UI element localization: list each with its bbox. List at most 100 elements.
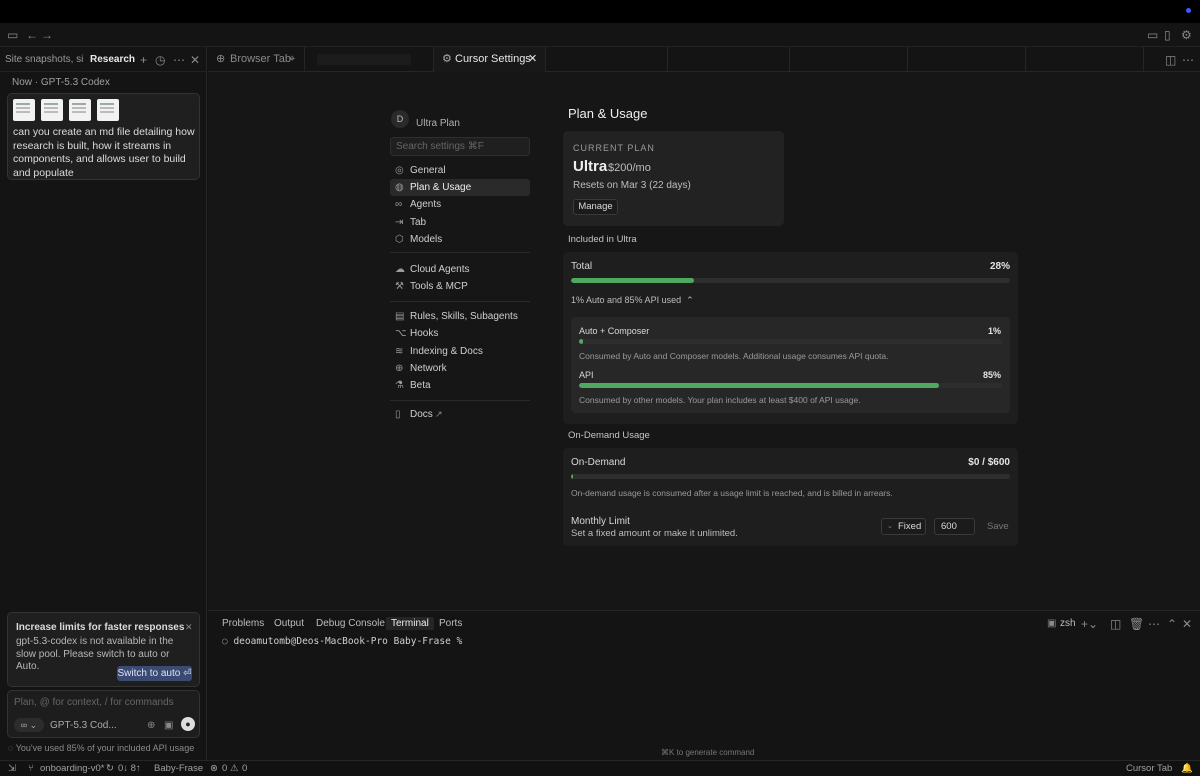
split-editor-icon[interactable]: ◫ <box>1165 54 1176 66</box>
new-chat-icon[interactable]: + <box>140 54 147 66</box>
shell-selector[interactable]: zsh <box>1060 618 1076 629</box>
close-panel-icon[interactable]: ✕ <box>1182 618 1192 630</box>
close-tab-icon[interactable]: ✕ <box>528 47 537 72</box>
nav-tools-mcp[interactable]: ⚒ Tools & MCP <box>390 278 530 295</box>
add-terminal-icon[interactable]: +⌄ <box>1081 618 1098 630</box>
plan-label: Ultra Plan <box>416 118 460 129</box>
globe-icon: ⊕ <box>395 363 404 374</box>
model-selector[interactable]: GPT-5.3 Cod... <box>50 720 117 731</box>
limit-notice: Increase limits for faster responses ✕ g… <box>7 612 200 687</box>
user-prompt-card[interactable]: can you create an md file detailing how … <box>7 93 200 180</box>
tab-ports[interactable]: Ports <box>439 618 462 629</box>
more-icon[interactable]: ⋯ <box>1182 54 1194 66</box>
error-count[interactable]: 0 <box>222 763 227 774</box>
nav-cloud-agents[interactable]: ☁ Cloud Agents <box>390 261 530 278</box>
tab-problems[interactable]: Problems <box>222 618 264 629</box>
back-arrow-icon[interactable]: ← <box>26 29 38 41</box>
tab-research[interactable]: Research fe <box>90 54 138 65</box>
dismiss-icon[interactable]: ✕ <box>185 621 193 633</box>
globe-icon: ⊕ <box>216 53 226 65</box>
image-icon[interactable]: ▣ <box>164 720 173 732</box>
branch-name[interactable]: onboarding-v0* <box>40 763 104 774</box>
sync-status[interactable]: 0↓ 8↑ <box>118 763 141 774</box>
snapshot-thumbnail[interactable] <box>41 99 63 121</box>
nav-tab[interactable]: ⇥ Tab <box>390 214 530 231</box>
flask-icon: ⚗ <box>395 380 404 391</box>
tools-icon: ⚒ <box>395 281 404 292</box>
terminal[interactable]: ○ deoamutomb@Deos-MacBook-Pro Baby-Frase… <box>208 636 1200 760</box>
history-icon[interactable]: ◷ <box>155 54 165 66</box>
nav-agents[interactable]: ∞ Agents <box>390 196 530 213</box>
split-terminal-icon[interactable]: ◫ <box>1110 618 1121 630</box>
tab-debug-console[interactable]: Debug Console <box>316 618 385 629</box>
terminal-icon[interactable]: ▣ <box>1047 618 1056 630</box>
nav-general[interactable]: ◎ General <box>390 162 530 179</box>
monthly-limit-label: Monthly Limit <box>571 516 630 527</box>
globe-icon[interactable]: ⊕ <box>147 720 155 732</box>
microphone-icon[interactable]: ● <box>181 717 195 731</box>
tab-empty[interactable] <box>305 47 434 72</box>
tab-empty[interactable] <box>908 47 1026 72</box>
nav-label: Tab <box>410 217 427 228</box>
cursor-tab-status[interactable]: Cursor Tab <box>1126 763 1172 774</box>
nav-label: Agents <box>410 199 442 210</box>
save-button[interactable]: Save <box>987 521 1009 532</box>
nav-indexing-docs[interactable]: ≋ Indexing & Docs <box>390 343 530 360</box>
tab-cursor-settings[interactable]: ⚙ Cursor Settings ✕ <box>434 47 546 72</box>
switch-to-auto-button[interactable]: Switch to auto ⏎ <box>117 666 192 681</box>
nav-label: Models <box>410 234 443 245</box>
nav-beta[interactable]: ⚗ Beta <box>390 377 530 394</box>
tab-empty[interactable] <box>1026 47 1144 72</box>
bell-icon[interactable]: 🔔 <box>1181 763 1193 774</box>
nav-hooks[interactable]: ⌥ Hooks <box>390 325 530 342</box>
tab-site-snapshots[interactable]: Site snapshots, sit <box>5 54 83 65</box>
forward-arrow-icon[interactable]: → <box>41 29 53 41</box>
limit-amount-input[interactable]: 600 <box>934 518 975 535</box>
usage-note-text: You've used 85% of your included API usa… <box>15 743 195 753</box>
limit-mode-select[interactable]: ⌄ Fixed <box>881 518 926 535</box>
nav-docs[interactable]: ▯ Docs ↗ <box>390 406 530 423</box>
snapshot-thumbnail[interactable] <box>13 99 35 121</box>
database-icon: ≋ <box>395 346 404 357</box>
nav-label: Docs <box>410 409 433 420</box>
layout-icon[interactable]: ▯ <box>1164 29 1171 41</box>
tab-browser[interactable]: ⊕ Browser Tab ⌖ <box>208 47 305 72</box>
terminal-prompt[interactable]: ○ deoamutomb@Deos-MacBook-Pro Baby-Frase… <box>222 636 462 647</box>
sidebar-toggle-icon[interactable]: ▭ <box>7 29 18 41</box>
settings-gear-icon[interactable]: ⚙ <box>1181 29 1192 41</box>
nav-network[interactable]: ⊕ Network <box>390 360 530 377</box>
nav-rules[interactable]: ▤ Rules, Skills, Subagents <box>390 308 530 325</box>
manage-button[interactable]: Manage <box>573 199 618 215</box>
more-icon[interactable]: ⋯ <box>173 54 185 66</box>
nav-label: Indexing & Docs <box>410 346 483 357</box>
snapshot-thumbnail[interactable] <box>69 99 91 121</box>
tab-terminal[interactable]: Terminal <box>386 617 434 630</box>
error-icon: ⊗ <box>210 763 218 774</box>
chat-placeholder[interactable]: Plan, @ for context, / for commands <box>14 697 174 708</box>
chat-input[interactable]: Plan, @ for context, / for commands ∞ ⌄ … <box>7 690 200 738</box>
warning-count[interactable]: 0 <box>242 763 247 774</box>
pin-icon[interactable]: ⌖ <box>289 47 295 72</box>
usage-note: ◌ You've used 85% of your included API u… <box>8 743 194 753</box>
on-demand-amount: $0 / $600 <box>968 457 1010 468</box>
total-progress-bar <box>571 278 1010 283</box>
remote-icon[interactable]: ⇲ <box>8 763 16 774</box>
tab-empty[interactable] <box>790 47 908 72</box>
panel-toggle-icon[interactable]: ▭ <box>1147 29 1158 41</box>
tab-empty[interactable] <box>546 47 668 72</box>
settings-search-input[interactable]: Search settings ⌘F <box>390 137 530 156</box>
project-name[interactable]: Baby-Frase <box>154 763 203 774</box>
breakdown-toggle[interactable]: 1% Auto and 85% API used ⌃ <box>571 295 694 306</box>
plan-resets: Resets on Mar 3 (22 days) <box>573 180 691 191</box>
nav-plan-usage[interactable]: ◍ Plan & Usage <box>390 179 530 196</box>
snapshot-thumbnail[interactable] <box>97 99 119 121</box>
nav-label: Beta <box>410 380 431 391</box>
mode-selector[interactable]: ∞ ⌄ <box>14 718 44 732</box>
maximize-icon[interactable]: ⌃ <box>1167 618 1177 630</box>
close-icon[interactable]: ✕ <box>190 54 200 66</box>
tab-empty[interactable] <box>668 47 790 72</box>
tab-output[interactable]: Output <box>274 618 304 629</box>
nav-models[interactable]: ⬡ Models <box>390 231 530 248</box>
trash-icon[interactable]: 🗑 <box>1129 618 1144 630</box>
more-icon[interactable]: ⋯ <box>1148 618 1160 630</box>
